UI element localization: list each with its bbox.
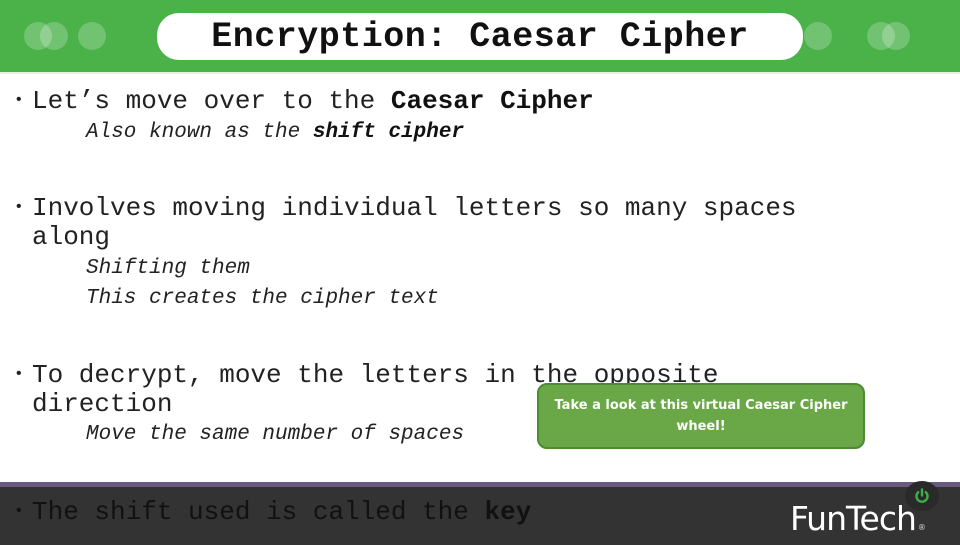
sub-bullet-same-number: Move the same number of spaces: [86, 420, 464, 450]
circle-icon: [78, 22, 106, 50]
bullet-text: The shift used is called the: [32, 497, 485, 527]
bullet-icon: •: [14, 198, 24, 216]
bullet-text-continued: along: [32, 222, 111, 252]
sub-text: This creates the cipher text: [86, 287, 439, 310]
sub-bullet-also-known: Also known as the shift cipher: [86, 118, 464, 148]
bullet-icon: •: [14, 502, 24, 520]
circle-icon: [40, 22, 68, 50]
bullet-involves: • Involves moving individual letters so m…: [14, 193, 797, 252]
callout-text: Take a look at this virtual Caesar Ciphe…: [554, 398, 848, 434]
bullet-text: Let’s move over to the: [32, 86, 391, 116]
circle-icon: [804, 22, 832, 50]
sub-bullet-cipher-text: This creates the cipher text: [86, 284, 439, 314]
bullet-icon: •: [14, 365, 24, 383]
power-glyph: [915, 488, 929, 503]
sub-text: Shifting them: [86, 257, 250, 280]
bullet-bold-text: key: [484, 497, 532, 527]
decoration-circles-left: [22, 22, 112, 52]
slide-title: Encryption: Caesar Cipher: [211, 16, 749, 57]
logo-text: FunTech: [790, 499, 917, 538]
cipher-wheel-link-button[interactable]: Take a look at this virtual Caesar Ciphe…: [537, 383, 865, 449]
sub-text: Also known as the: [86, 121, 313, 144]
sub-bullet-shifting: Shifting them: [86, 254, 250, 284]
bullet-icon: •: [14, 91, 24, 109]
sub-bold-text: shift cipher: [312, 121, 465, 144]
registered-mark: ®: [917, 523, 926, 532]
funtech-logo: FunTech ®: [790, 499, 926, 538]
header-banner: Encryption: Caesar Cipher: [0, 0, 960, 74]
bullet-key: • The shift used is called the key: [14, 497, 531, 527]
bullet-text: Involves moving individual letters so ma…: [32, 193, 797, 223]
decoration-circles-right: [800, 22, 960, 52]
footer-bar: • The shift used is called the key FunTec…: [0, 481, 960, 545]
power-icon: [905, 481, 939, 511]
circle-icon: [882, 22, 910, 50]
sub-text: Move the same number of spaces: [86, 423, 465, 446]
title-pill: Encryption: Caesar Cipher: [157, 13, 803, 60]
bullet-bold-text: Caesar Cipher: [390, 86, 594, 116]
bullet-caesar-cipher: • Let’s move over to the Caesar Cipher: [14, 86, 594, 116]
